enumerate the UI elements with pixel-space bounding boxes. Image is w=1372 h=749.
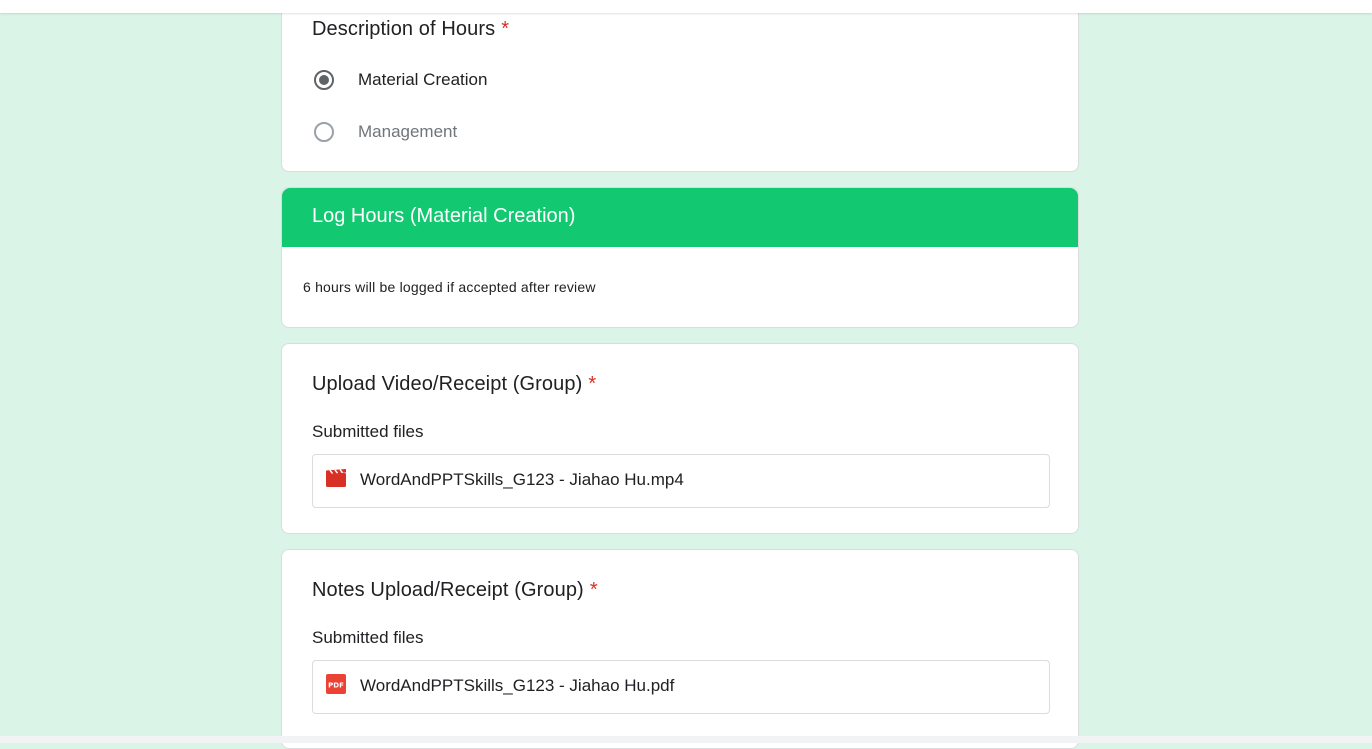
radio-option-management[interactable]: Management (314, 119, 457, 145)
top-app-bar (0, 0, 1372, 13)
video-file-icon (326, 469, 346, 487)
submitted-file-pdf[interactable]: PDF WordAndPPTSkills_G123 - Jiahao Hu.pd… (312, 660, 1050, 714)
section-description: 6 hours will be logged if accepted after… (303, 279, 596, 295)
pdf-icon-text: PDF (328, 682, 344, 690)
notes-upload-card: Notes Upload/Receipt (Group) * Submitted … (281, 549, 1079, 749)
question-title: Upload Video/Receipt (Group) * (312, 373, 596, 396)
pdf-file-icon: PDF (326, 674, 346, 694)
section-title: Log Hours (Material Creation) (312, 205, 576, 227)
description-of-hours-card: Description of Hours * Material Creation … (281, 0, 1079, 172)
bottom-bar (0, 736, 1372, 743)
question-title-text: Notes Upload/Receipt (Group) (312, 579, 584, 601)
required-asterisk: * (589, 579, 598, 601)
question-title: Notes Upload/Receipt (Group) * (312, 579, 598, 602)
radio-checked-icon[interactable] (314, 70, 334, 90)
submitted-files-label: Submitted files (312, 422, 424, 441)
section-header-bar: Log Hours (Material Creation) (282, 188, 1078, 247)
radio-option-material-creation[interactable]: Material Creation (314, 67, 487, 93)
question-title: Description of Hours * (312, 18, 509, 41)
submitted-file-video[interactable]: WordAndPPTSkills_G123 - Jiahao Hu.mp4 (312, 454, 1050, 508)
file-name: WordAndPPTSkills_G123 - Jiahao Hu.pdf (360, 676, 675, 695)
required-asterisk: * (588, 373, 597, 395)
question-title-text: Upload Video/Receipt (Group) (312, 373, 583, 395)
question-title-text: Description of Hours (312, 18, 496, 40)
radio-option-label: Management (358, 122, 458, 141)
radio-unchecked-icon[interactable] (314, 122, 334, 142)
log-hours-section-card: Log Hours (Material Creation) 6 hours wi… (281, 187, 1079, 328)
upload-video-card: Upload Video/Receipt (Group) * Submitted … (281, 343, 1079, 534)
submitted-files-label: Submitted files (312, 628, 424, 647)
radio-option-label: Material Creation (358, 70, 488, 89)
file-name: WordAndPPTSkills_G123 - Jiahao Hu.mp4 (360, 470, 684, 489)
required-asterisk: * (501, 18, 510, 40)
